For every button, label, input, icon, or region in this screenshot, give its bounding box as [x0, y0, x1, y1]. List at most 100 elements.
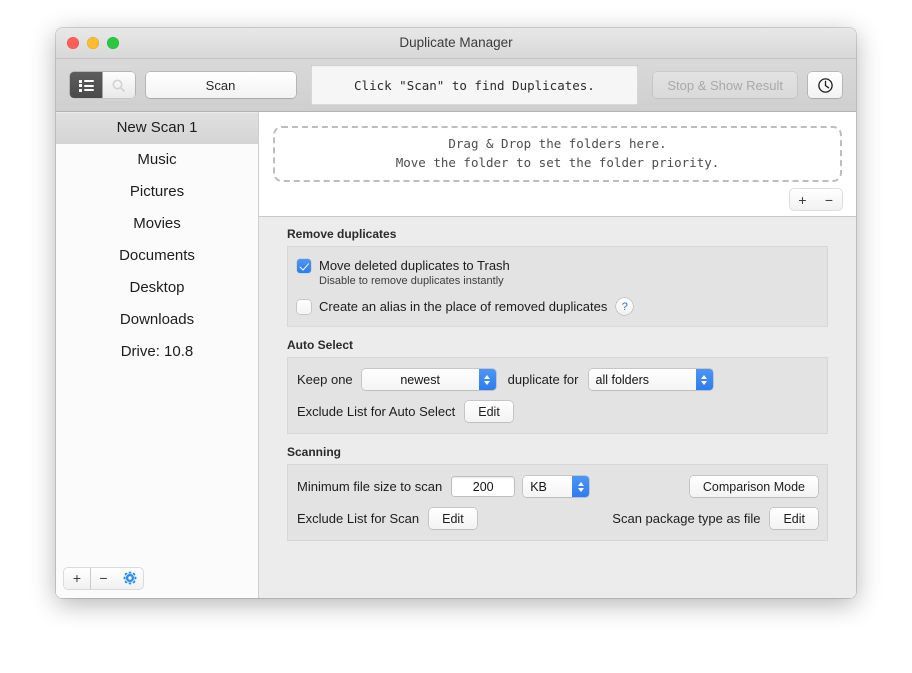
view-mode-segmented-control[interactable]: [70, 72, 135, 98]
remove-folder-button[interactable]: −: [816, 189, 842, 210]
title-bar: Duplicate Manager: [56, 28, 856, 59]
add-folder-label: +: [798, 193, 806, 207]
sidebar-item-movies[interactable]: Movies: [56, 208, 258, 240]
remove-duplicates-title: Remove duplicates: [287, 227, 828, 241]
scan-exclude-label: Exclude List for Scan: [297, 511, 419, 526]
min-file-size-value: 200: [473, 480, 494, 494]
create-alias-label: Create an alias in the place of removed …: [319, 299, 607, 315]
sidebar-item-label: Documents: [119, 247, 195, 264]
sidebar-footer: + −: [56, 558, 258, 598]
settings-pane: Remove duplicates Move deleted duplicate…: [259, 216, 856, 598]
auto-select-exclude-row: Exclude List for Auto Select Edit: [297, 401, 818, 422]
file-size-unit-value: KB: [523, 480, 572, 494]
folder-action-group: + −: [790, 189, 843, 210]
auto-select-title: Auto Select: [287, 338, 828, 352]
remove-duplicates-group: Move deleted duplicates to Trash Disable…: [287, 246, 828, 327]
dropzone-line-1: Drag & Drop the folders here.: [448, 135, 666, 154]
scanning-group: Minimum file size to scan 200 KB Compari…: [287, 464, 828, 541]
remove-scan-button[interactable]: −: [91, 568, 117, 589]
scan-list: New Scan 1 Music Pictures Movies Documen…: [56, 112, 258, 558]
sidebar-item-label: Pictures: [130, 183, 184, 200]
search-view-icon[interactable]: [103, 72, 135, 98]
alias-help-button[interactable]: ?: [616, 298, 633, 315]
sidebar-item-desktop[interactable]: Desktop: [56, 272, 258, 304]
keep-one-select[interactable]: newest: [362, 369, 496, 390]
scan-exclude-row: Exclude List for Scan Edit Scan package …: [297, 508, 818, 529]
remove-folder-label: −: [825, 193, 833, 207]
sidebar-item-drive[interactable]: Drive: 10.8: [56, 336, 258, 368]
chevron-updown-icon: [696, 369, 713, 390]
chevron-updown-icon: [479, 369, 496, 390]
move-to-trash-label: Move deleted duplicates to Trash: [319, 258, 510, 274]
file-size-unit-select[interactable]: KB: [523, 476, 589, 497]
add-scan-label: +: [73, 571, 81, 585]
sidebar-item-label: Drive: 10.8: [121, 343, 194, 360]
remove-scan-label: −: [99, 571, 107, 585]
duplicate-for-select[interactable]: all folders: [589, 369, 713, 390]
folder-add-remove-group: + −: [790, 189, 843, 210]
clock-icon: [817, 77, 834, 94]
application-window: Duplicate Manager Scan C: [56, 28, 856, 598]
help-icon: ?: [622, 301, 628, 313]
drop-area: Drag & Drop the folders here. Move the f…: [259, 112, 856, 216]
sidebar-action-group: + −: [64, 568, 143, 589]
sidebar: New Scan 1 Music Pictures Movies Documen…: [56, 112, 259, 598]
scan-package-label: Scan package type as file: [612, 511, 760, 526]
status-display: Click "Scan" to find Duplicates.: [311, 65, 639, 105]
scan-button-label: Scan: [206, 78, 236, 93]
sidebar-item-label: Downloads: [120, 311, 194, 328]
min-file-size-label: Minimum file size to scan: [297, 479, 442, 494]
toolbar: Scan Click "Scan" to find Duplicates. St…: [56, 59, 856, 112]
list-view-glyph: [79, 79, 94, 91]
keep-one-row: Keep one newest duplicate for all folder…: [297, 369, 818, 390]
sidebar-item-documents[interactable]: Documents: [56, 240, 258, 272]
status-text: Click "Scan" to find Duplicates.: [354, 78, 595, 93]
move-to-trash-checkbox[interactable]: [297, 259, 311, 273]
create-alias-checkbox[interactable]: [297, 300, 311, 314]
scan-settings-button[interactable]: [117, 568, 143, 589]
list-view-icon[interactable]: [70, 72, 102, 98]
sidebar-item-label: Movies: [133, 215, 181, 232]
move-to-trash-sublabel: Disable to remove duplicates instantly: [319, 275, 818, 287]
content-pane: Drag & Drop the folders here. Move the f…: [259, 112, 856, 598]
duplicate-for-value: all folders: [589, 373, 696, 387]
chevron-updown-icon: [572, 476, 589, 497]
scan-exclude-edit-button[interactable]: Edit: [429, 508, 477, 529]
sidebar-item-pictures[interactable]: Pictures: [56, 176, 258, 208]
alias-checkbox-row[interactable]: Create an alias in the place of removed …: [297, 298, 818, 315]
folder-dropzone[interactable]: Drag & Drop the folders here. Move the f…: [273, 126, 842, 182]
comparison-mode-button[interactable]: Comparison Mode: [690, 476, 818, 497]
gear-icon: [123, 571, 137, 585]
keep-one-value: newest: [362, 373, 479, 387]
auto-select-exclude-label: Exclude List for Auto Select: [297, 404, 455, 419]
auto-select-exclude-edit-button[interactable]: Edit: [465, 401, 513, 422]
dropzone-line-2: Move the folder to set the folder priori…: [396, 154, 720, 173]
add-scan-button[interactable]: +: [64, 568, 90, 589]
sidebar-item-new-scan-1[interactable]: New Scan 1: [56, 112, 258, 144]
edit-label: Edit: [442, 512, 464, 526]
duplicate-for-label: duplicate for: [508, 372, 579, 387]
edit-label: Edit: [478, 405, 500, 419]
trash-checkbox-row[interactable]: Move deleted duplicates to Trash: [297, 258, 818, 274]
min-file-size-row: Minimum file size to scan 200 KB Compari…: [297, 476, 818, 497]
auto-select-group: Keep one newest duplicate for all folder…: [287, 357, 828, 434]
scan-package-edit-button[interactable]: Edit: [770, 508, 818, 529]
sidebar-item-label: Music: [137, 151, 176, 168]
sidebar-item-label: New Scan 1: [117, 119, 198, 136]
scan-button[interactable]: Scan: [146, 72, 296, 98]
comparison-mode-label: Comparison Mode: [703, 480, 805, 494]
stop-and-show-result-button[interactable]: Stop & Show Result: [653, 72, 797, 98]
edit-label: Edit: [783, 512, 805, 526]
window-body: New Scan 1 Music Pictures Movies Documen…: [56, 112, 856, 598]
scanning-title: Scanning: [287, 445, 828, 459]
sidebar-item-label: Desktop: [129, 279, 184, 296]
history-button[interactable]: [808, 72, 842, 98]
keep-one-label: Keep one: [297, 372, 353, 387]
magnifier-glyph: [111, 78, 126, 93]
add-folder-button[interactable]: +: [790, 189, 816, 210]
window-title: Duplicate Manager: [56, 28, 856, 58]
stop-button-label: Stop & Show Result: [667, 78, 783, 93]
min-file-size-input[interactable]: 200: [452, 477, 514, 496]
sidebar-item-downloads[interactable]: Downloads: [56, 304, 258, 336]
sidebar-item-music[interactable]: Music: [56, 144, 258, 176]
